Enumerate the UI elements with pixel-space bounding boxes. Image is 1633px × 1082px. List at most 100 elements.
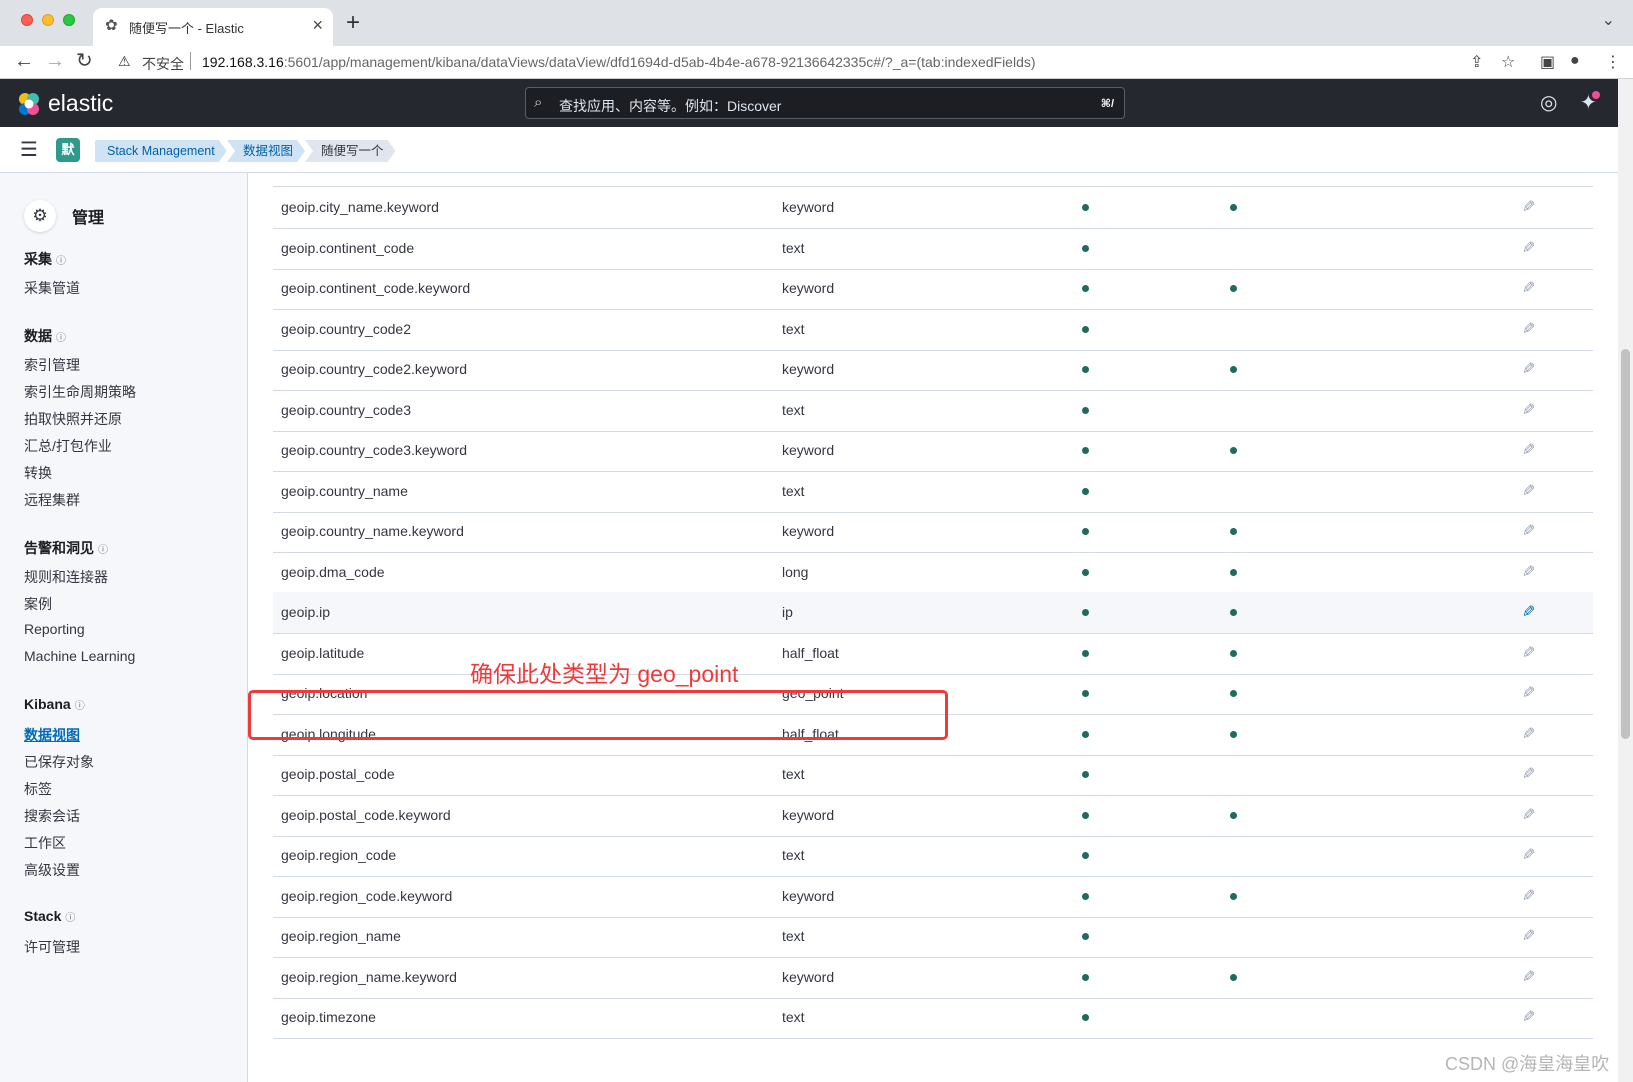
- sidebar-item-remote-clusters[interactable]: 远程集群: [24, 490, 80, 510]
- elastic-brand-text[interactable]: elastic: [48, 90, 113, 117]
- table-row: geoip.continent_code.keyword keyword ✎: [273, 268, 1593, 310]
- edit-pencil-icon[interactable]: ✎: [1522, 764, 1535, 784]
- field-name: geoip.region_code.keyword: [281, 887, 453, 904]
- table-row: geoip.country_name text ✎: [273, 471, 1593, 513]
- profile-avatar-icon[interactable]: ●: [1570, 52, 1580, 70]
- sidebar-item-advanced-settings[interactable]: 高级设置: [24, 860, 80, 880]
- help-icon[interactable]: ⓘ: [56, 333, 66, 344]
- sidebar-item-ingest-pipelines[interactable]: 采集管道: [24, 278, 80, 298]
- edit-pencil-icon[interactable]: ✎: [1522, 643, 1535, 663]
- edit-pencil-icon[interactable]: ✎: [1522, 1007, 1535, 1027]
- sidebar-group-label: Stack: [24, 908, 62, 924]
- browser-menu-icon[interactable]: ⋮: [1605, 52, 1621, 72]
- help-icon[interactable]: ⓘ: [56, 256, 66, 267]
- page-scrollbar[interactable]: [1618, 79, 1633, 1082]
- breadcrumb-stack-management[interactable]: Stack Management: [95, 140, 227, 162]
- sidebar-item-tags[interactable]: 标签: [24, 779, 52, 799]
- sidebar-item-ilm-policies[interactable]: 索引生命周期策略: [24, 382, 136, 402]
- edit-pencil-icon[interactable]: ✎: [1522, 805, 1535, 825]
- management-sidebar: ⚙ 管理 采集 ⓘ 采集管道 数据 ⓘ 索引管理 索引生命周期策略 拍取快照并还原 …: [0, 173, 248, 1082]
- aggregatable-dot-icon: [1230, 649, 1237, 657]
- edit-pencil-icon[interactable]: ✎: [1522, 683, 1535, 703]
- edit-pencil-icon[interactable]: ✎: [1522, 197, 1535, 217]
- field-name: geoip.dma_code: [281, 563, 385, 580]
- menu-hamburger-icon[interactable]: ☰: [20, 140, 38, 160]
- edit-pencil-icon[interactable]: ✎: [1522, 845, 1535, 865]
- sidebar-item-spaces[interactable]: 工作区: [24, 833, 66, 853]
- edit-pencil-icon[interactable]: ✎: [1522, 562, 1535, 582]
- sidebar-item-license-management[interactable]: 许可管理: [24, 937, 80, 957]
- edit-pencil-icon[interactable]: ✎: [1522, 724, 1535, 744]
- window-minimize-button[interactable]: [42, 14, 54, 26]
- sidebar-item-cases[interactable]: 案例: [24, 594, 52, 614]
- sidebar-group-label: 采集: [24, 251, 52, 267]
- searchable-dot-icon: [1082, 325, 1089, 333]
- field-name: geoip.longitude: [281, 725, 376, 742]
- close-tab-icon[interactable]: ×: [312, 15, 323, 36]
- sidebar-item-search-sessions[interactable]: 搜索会话: [24, 806, 80, 826]
- back-arrow-icon[interactable]: ←: [14, 50, 34, 72]
- edit-pencil-icon[interactable]: ✎: [1522, 886, 1535, 906]
- sidebar-item-transforms[interactable]: 转换: [24, 463, 52, 483]
- reload-icon[interactable]: ↻: [76, 50, 93, 72]
- edit-pencil-icon[interactable]: ✎: [1522, 278, 1535, 298]
- aggregatable-dot-icon: [1230, 285, 1237, 292]
- sidebar-item-reporting[interactable]: Reporting: [24, 621, 85, 637]
- edit-pencil-icon[interactable]: ✎: [1522, 359, 1535, 379]
- bookmark-star-icon[interactable]: ☆: [1501, 52, 1515, 72]
- aggregatable-dot-icon: [1230, 366, 1237, 373]
- url-separator: [190, 52, 191, 70]
- searchable-dot-icon: [1082, 933, 1089, 940]
- sidebar-item-data-views[interactable]: 数据视图: [24, 725, 80, 745]
- sidebar-item-saved-objects[interactable]: 已保存对象: [24, 752, 94, 772]
- edit-pencil-icon[interactable]: ✎: [1522, 440, 1535, 460]
- insecure-label[interactable]: 不安全: [142, 54, 184, 74]
- field-type: text: [782, 928, 805, 944]
- help-icon[interactable]: ⓘ: [98, 545, 108, 556]
- table-row: geoip.dma_code long ✎: [273, 552, 1593, 594]
- aggregatable-dot-icon: [1230, 690, 1237, 697]
- search-icon: ⌕: [534, 94, 543, 111]
- new-tab-icon[interactable]: +: [346, 9, 360, 37]
- searchable-dot-icon: [1082, 244, 1089, 252]
- url-text[interactable]: 192.168.3.16:5601/app/management/kibana/…: [202, 54, 1036, 70]
- sidebar-item-index-management[interactable]: 索引管理: [24, 355, 80, 375]
- browser-tab[interactable]: ✿ 随便写一个 - Elastic ×: [93, 8, 333, 46]
- help-icon[interactable]: ⓘ: [75, 701, 85, 712]
- edit-pencil-icon[interactable]: ✎: [1522, 926, 1535, 946]
- field-type: keyword: [782, 968, 835, 985]
- scrollbar-thumb[interactable]: [1621, 349, 1630, 739]
- space-avatar[interactable]: 默: [56, 138, 80, 162]
- help-lifebuoy-icon[interactable]: ◎: [1540, 90, 1557, 115]
- sidebar-item-snapshot-restore[interactable]: 拍取快照并还原: [24, 409, 122, 429]
- side-panel-icon[interactable]: ▣: [1540, 52, 1555, 72]
- edit-pencil-icon[interactable]: ✎: [1522, 602, 1535, 622]
- edit-pencil-icon[interactable]: ✎: [1522, 967, 1535, 987]
- field-type: half_float: [782, 644, 839, 661]
- sidebar-item-rollup-jobs[interactable]: 汇总/打包作业: [24, 436, 112, 456]
- global-search-input[interactable]: ⌕ 查找应用、内容等。例如：Discover ⌘/: [525, 87, 1125, 119]
- window-close-button[interactable]: [21, 14, 33, 26]
- share-icon[interactable]: ⇪: [1470, 52, 1483, 72]
- field-type: keyword: [782, 361, 835, 377]
- searchable-dot-icon: [1082, 1014, 1089, 1021]
- url-host: 192.168.3.16: [202, 54, 284, 70]
- edit-pencil-icon[interactable]: ✎: [1522, 521, 1535, 541]
- window-zoom-button[interactable]: [63, 14, 75, 26]
- field-name: geoip.ip: [281, 604, 331, 620]
- breadcrumb-data-views[interactable]: 数据视图: [227, 140, 305, 162]
- edit-pencil-icon[interactable]: ✎: [1522, 319, 1535, 339]
- edit-pencil-icon[interactable]: ✎: [1522, 238, 1535, 258]
- searchable-dot-icon: [1082, 204, 1089, 211]
- sidebar-item-machine-learning[interactable]: Machine Learning: [24, 648, 135, 664]
- forward-arrow-icon[interactable]: →: [45, 50, 65, 72]
- tab-search-chevron-icon[interactable]: ⌄: [1602, 10, 1615, 30]
- field-type: text: [782, 239, 805, 256]
- sidebar-item-rules-connectors[interactable]: 规则和连接器: [24, 567, 108, 587]
- elastic-logo-icon[interactable]: [16, 91, 42, 117]
- help-icon[interactable]: ⓘ: [65, 913, 75, 924]
- url-field[interactable]: ⚠ 不安全 192.168.3.16:5601/app/management/k…: [110, 50, 1590, 75]
- field-name: geoip.postal_code: [281, 766, 395, 782]
- edit-pencil-icon[interactable]: ✎: [1522, 481, 1535, 501]
- edit-pencil-icon[interactable]: ✎: [1522, 400, 1535, 420]
